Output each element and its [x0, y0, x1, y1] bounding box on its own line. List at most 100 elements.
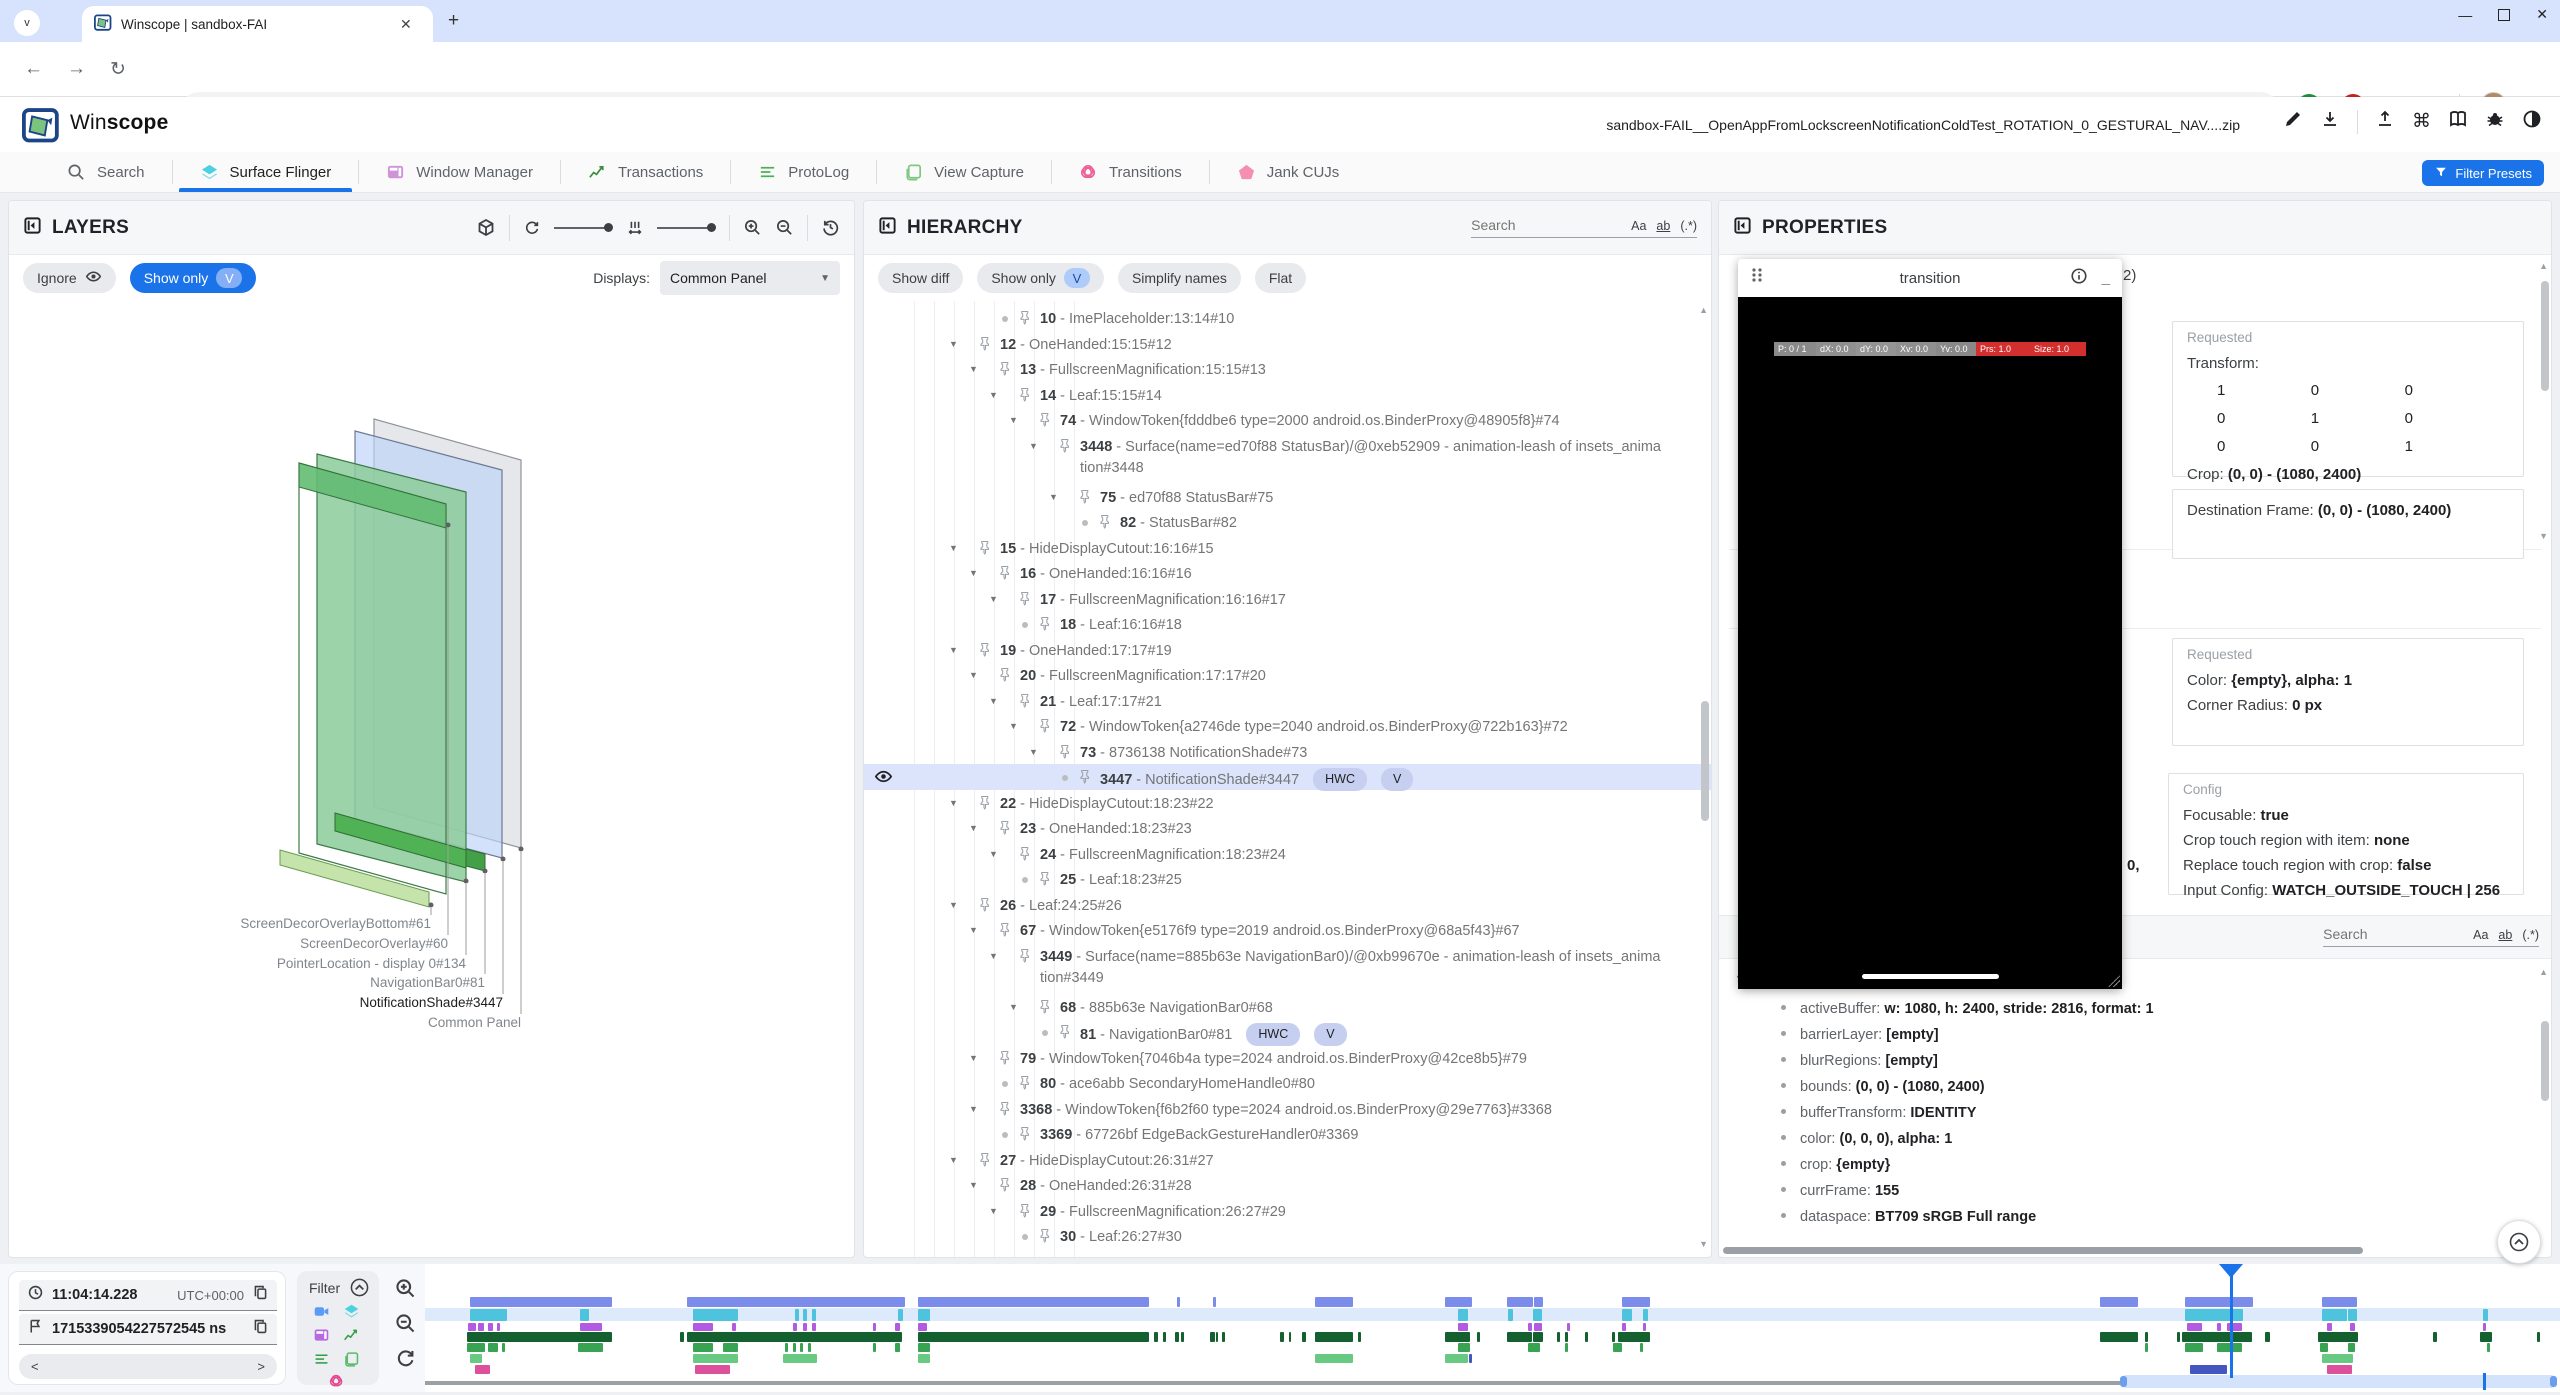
trace-event-transactions[interactable] [2100, 1332, 2138, 1342]
expand-arrow-icon[interactable]: ▼ [989, 594, 998, 604]
tab-window-manager[interactable]: Window Manager [359, 152, 560, 192]
trace-event-protolog[interactable] [1565, 1343, 1568, 1352]
trace-event-screen-recording[interactable] [1315, 1297, 1353, 1307]
rotation-slider[interactable] [554, 223, 613, 232]
property-row[interactable]: dataspace: BT709 sRGB Full range [1781, 1209, 2036, 1225]
trace-event-window-manager[interactable] [1643, 1323, 1646, 1331]
trace-event-transactions[interactable] [1210, 1332, 1215, 1342]
new-tab-button[interactable]: + [448, 10, 459, 32]
contrast-icon[interactable] [2522, 109, 2542, 134]
trace-event-view-capture[interactable] [783, 1354, 817, 1363]
trace-event-window-manager[interactable] [812, 1323, 816, 1331]
trace-event-window-manager[interactable] [2483, 1323, 2486, 1331]
trace-event-view-capture[interactable] [1469, 1354, 1472, 1363]
tree-row[interactable]: ▼27 - HideDisplayCutout:26:31#27 [864, 1147, 1712, 1173]
expand-arrow-icon[interactable]: ▼ [1009, 721, 1018, 731]
trace-event-transactions[interactable] [1565, 1332, 1568, 1342]
tree-row[interactable]: ▼12 - OneHanded:15:15#12 [864, 331, 1712, 357]
trace-event-transactions[interactable] [2177, 1332, 2180, 1342]
trace-event-surface-flinger[interactable] [2185, 1309, 2243, 1321]
expand-arrow-icon[interactable]: ▼ [1009, 1002, 1018, 1012]
trace-event-window-manager[interactable] [497, 1323, 500, 1331]
trace-event-transactions[interactable] [1289, 1332, 1291, 1342]
trace-event-transactions[interactable] [1280, 1332, 1284, 1342]
tree-row[interactable]: ▼73 - 8736138 NotificationShade#73 [864, 739, 1712, 765]
trace-event-surface-flinger[interactable] [580, 1309, 589, 1321]
show-diff-chip[interactable]: Show diff [878, 263, 963, 293]
flat-chip[interactable]: Flat [1255, 263, 1306, 293]
ignore-chip[interactable]: Ignore [23, 263, 116, 293]
pin-icon[interactable] [1018, 387, 1033, 406]
trace-event-protolog[interactable] [723, 1343, 738, 1352]
layer-label[interactable]: ScreenDecorOverlayBottom#61 [240, 916, 431, 931]
collapse-filter-icon[interactable] [350, 1278, 369, 1297]
forward-icon[interactable]: → [67, 58, 86, 80]
pin-icon[interactable] [998, 565, 1013, 584]
trace-event-transitions[interactable] [475, 1365, 490, 1374]
window-minimize-icon[interactable]: — [2458, 7, 2472, 23]
pin-icon[interactable] [978, 795, 993, 814]
tree-row[interactable]: 18 - Leaf:16:16#18 [864, 611, 1712, 637]
cube-3d-icon[interactable] [476, 218, 496, 238]
trace-filter-layers-icon[interactable] [343, 1303, 360, 1325]
expand-arrow-icon[interactable]: ▼ [949, 339, 958, 349]
trace-event-protolog[interactable] [502, 1343, 505, 1352]
pin-icon[interactable] [1078, 769, 1093, 788]
filter-presets-button[interactable]: Filter Presets [2422, 160, 2544, 186]
trace-event-window-manager[interactable] [693, 1323, 713, 1331]
pin-icon[interactable] [1058, 744, 1073, 763]
pin-icon[interactable] [1038, 871, 1053, 890]
tree-row[interactable]: ▼21 - Leaf:17:17#21 [864, 688, 1712, 714]
next-icon[interactable]: > [257, 1359, 265, 1374]
edit-icon[interactable] [2283, 109, 2303, 134]
trace-event-transactions[interactable] [1216, 1332, 1218, 1342]
trace-event-transactions[interactable] [2145, 1332, 2148, 1342]
trace-event-surface-flinger[interactable] [1622, 1309, 1632, 1321]
pin-icon[interactable] [978, 1152, 993, 1171]
pin-icon[interactable] [978, 897, 993, 916]
book-icon[interactable] [2448, 109, 2468, 134]
collapse-panel-icon[interactable] [878, 216, 897, 240]
trace-event-window-manager[interactable] [580, 1323, 602, 1331]
tree-row[interactable]: ▼79 - WindowToken{7046b4a type=2024 andr… [864, 1045, 1712, 1071]
trace-event-window-manager[interactable] [873, 1323, 876, 1331]
pin-icon[interactable] [998, 1101, 1013, 1120]
trace-event-screen-recording[interactable] [2322, 1297, 2357, 1307]
reload-icon[interactable]: ↻ [110, 58, 126, 81]
pin-icon[interactable] [1018, 1075, 1033, 1094]
tree-row[interactable]: ▼14 - Leaf:15:15#14 [864, 382, 1712, 408]
tree-row[interactable]: ▼72 - WindowToken{a2746de type=2040 andr… [864, 713, 1712, 739]
trace-event-window-manager[interactable] [1528, 1323, 1532, 1331]
back-icon[interactable]: ← [24, 58, 43, 80]
expand-arrow-icon[interactable]: ▼ [1049, 492, 1058, 502]
trace-event-surface-flinger[interactable] [812, 1309, 816, 1321]
minimize-card-icon[interactable]: _ [2102, 270, 2110, 287]
tree-row[interactable]: ▼68 - 885b63e NavigationBar0#68 [864, 994, 1712, 1020]
trace-event-protolog[interactable] [488, 1343, 498, 1352]
scroll-down-icon[interactable]: ▼ [2539, 531, 2548, 541]
trace-event-transitions[interactable] [2327, 1365, 2352, 1374]
trace-event-screen-recording[interactable] [1622, 1297, 1650, 1307]
tree-row[interactable]: ▼19 - OneHanded:17:17#19 [864, 637, 1712, 663]
window-maximize-icon[interactable] [2498, 9, 2510, 21]
hierarchy-search-input[interactable] [1471, 217, 1621, 233]
expand-arrow-icon[interactable]: ▼ [969, 823, 978, 833]
expand-arrow-icon[interactable]: ▼ [969, 1053, 978, 1063]
trace-event-transactions[interactable] [1154, 1332, 1158, 1342]
trace-event-protolog[interactable] [808, 1343, 811, 1352]
pin-icon[interactable] [1018, 591, 1033, 610]
info-icon[interactable] [2070, 267, 2088, 290]
expand-arrow-icon[interactable]: ▼ [949, 900, 958, 910]
pin-icon[interactable] [1058, 438, 1073, 457]
trace-event-transactions[interactable] [1175, 1332, 1179, 1342]
tab-close-icon[interactable]: ✕ [400, 16, 412, 33]
property-row[interactable]: blurRegions: [empty] [1781, 1053, 1938, 1069]
trace-event-protolog[interactable] [467, 1343, 485, 1352]
properties-horizontal-scrollbar[interactable] [1723, 1247, 2363, 1254]
tab-search-chevron-icon[interactable]: v [14, 10, 40, 36]
trace-event-screen-recording[interactable] [1507, 1297, 1533, 1307]
collapse-panel-icon[interactable] [23, 216, 42, 240]
timestamp-field[interactable]: 1715339054227572545 ns [19, 1314, 277, 1345]
pin-icon[interactable] [978, 540, 993, 559]
trace-event-surface-flinger[interactable] [2322, 1309, 2347, 1321]
